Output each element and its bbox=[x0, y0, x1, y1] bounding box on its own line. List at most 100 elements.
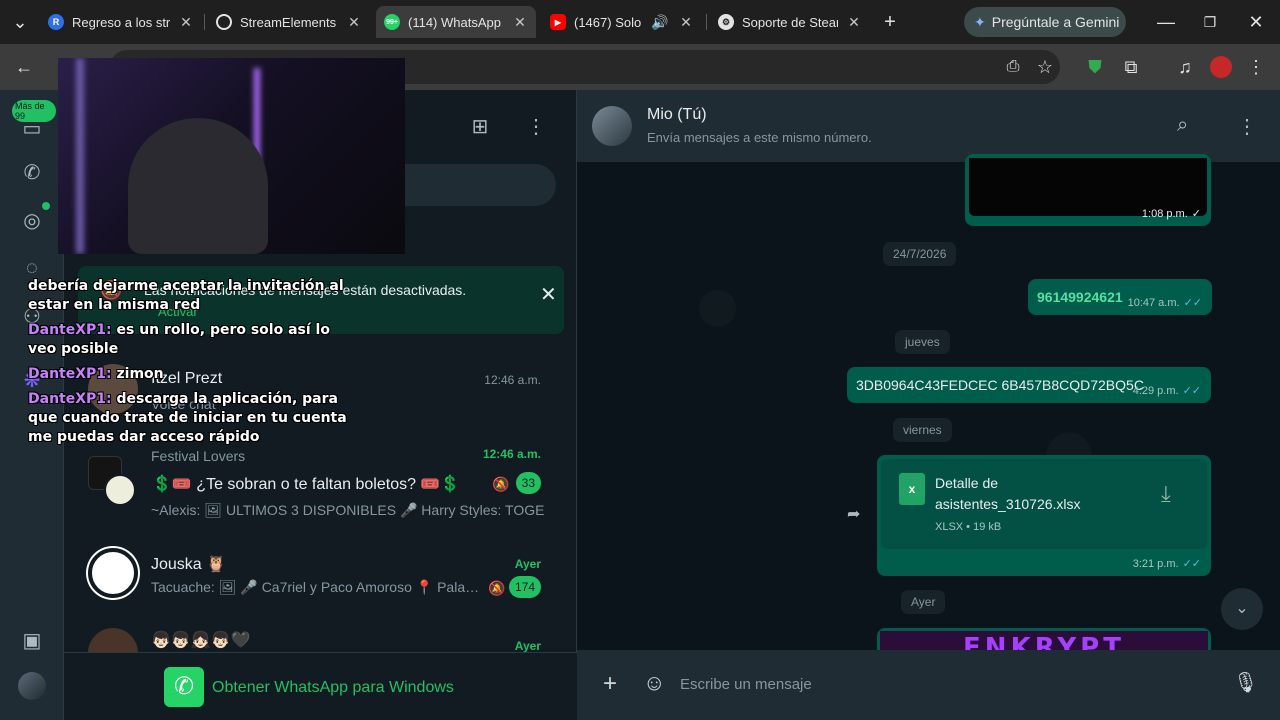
menu-icon[interactable]: ⋮ bbox=[526, 114, 546, 138]
date-separator: jueves bbox=[895, 330, 950, 354]
tab-youtube[interactable]: ▶ (1467) Solomu 🔊 ✕ bbox=[542, 6, 702, 38]
sent-check-icon: ✓ bbox=[1191, 208, 1201, 220]
whatsapp-favicon-icon: 99+ bbox=[384, 14, 400, 30]
profile-avatar[interactable] bbox=[1210, 56, 1232, 78]
unread-badge: Más de 99 bbox=[12, 100, 56, 122]
microphone-icon[interactable]: 🎙 bbox=[1233, 670, 1258, 695]
file-card[interactable]: x Detalle de asistentes_310726.xlsx XLSX… bbox=[881, 459, 1207, 549]
tab-whatsapp[interactable]: 99+ (114) WhatsApp ✕ bbox=[376, 6, 536, 38]
audio-playing-icon[interactable]: 🔊 bbox=[650, 14, 670, 31]
unread-count-badge: 33 bbox=[515, 472, 541, 494]
close-banner-icon[interactable]: ✕ bbox=[540, 282, 557, 307]
message-text[interactable]: 96149924621 bbox=[1037, 289, 1123, 305]
new-chat-icon[interactable]: ⊞ bbox=[468, 114, 492, 138]
conversation-header[interactable]: Mio (Tú) Envía mensajes a este mismo núm… bbox=[577, 90, 1280, 162]
window-close-icon[interactable]: ✕ bbox=[1242, 8, 1270, 36]
date-separator: 24/7/2026 bbox=[883, 242, 957, 266]
message-time: 10:47 a.m. ✓✓ bbox=[1127, 297, 1202, 309]
text-message[interactable]: 3DB0964C43FEDCEC 6B457B8CQD72BQ5C 4:29 p… bbox=[847, 367, 1211, 403]
chat-group-name: 💲🎟️ ¿Te sobran o te faltan boletos? 🎟️💲 bbox=[152, 476, 461, 493]
message-time: 3:21 p.m. ✓✓ bbox=[1132, 558, 1201, 570]
tab-title: (1467) Solomu bbox=[574, 14, 642, 30]
close-tab-icon[interactable]: ✕ bbox=[178, 14, 194, 31]
tab-regreso[interactable]: R Regreso a los strea ✕ bbox=[40, 6, 202, 38]
wallpaper bbox=[577, 162, 1280, 650]
tab-streamelements[interactable]: StreamElements - ✕ bbox=[208, 6, 370, 38]
extensions-puzzle-icon[interactable]: ⧉ bbox=[1117, 53, 1145, 81]
media-gallery-icon[interactable]: ▣ bbox=[16, 624, 48, 656]
message-time: 1:08 p.m. ✓ bbox=[1141, 208, 1201, 220]
stream-chat-line: DanteXP1: zimon bbox=[28, 366, 164, 382]
chat-name: Jouska 🦉 bbox=[151, 556, 227, 573]
get-whatsapp-windows-link[interactable]: Obtener WhatsApp para Windows bbox=[212, 679, 454, 697]
minimize-icon[interactable]: — bbox=[1152, 8, 1180, 36]
contact-name: Mio (Tú) bbox=[647, 106, 707, 123]
chrome-menu-icon[interactable]: ⋮ bbox=[1242, 53, 1270, 81]
media-controls-icon[interactable]: ♫ bbox=[1171, 53, 1199, 81]
gemini-button[interactable]: ✦ Pregúntale a Gemini bbox=[964, 7, 1126, 37]
message-text[interactable]: 3DB0964C43FEDCEC 6B457B8CQD72BQ5C bbox=[856, 377, 1144, 393]
stream-chat-line: debería dejarme aceptar la invitación al… bbox=[28, 278, 344, 313]
my-avatar[interactable] bbox=[18, 672, 46, 700]
chat-time: 12:46 a.m. bbox=[482, 447, 541, 461]
muted-icon: 🔕 bbox=[488, 580, 506, 596]
gemini-button-label: Pregúntale a Gemini bbox=[991, 14, 1120, 30]
new-tab-icon[interactable]: + bbox=[876, 8, 904, 36]
unread-count-badge: 174 bbox=[508, 576, 541, 598]
favicon-icon bbox=[216, 14, 232, 30]
stream-chat-line: DanteXP1: descarga la aplicación, para q… bbox=[28, 391, 347, 445]
forward-icon[interactable]: ➦ bbox=[847, 504, 860, 524]
date-separator: viernes bbox=[893, 418, 952, 442]
tab-title: StreamElements - bbox=[240, 14, 338, 30]
streamer-figure bbox=[128, 118, 268, 254]
download-cta-bar: ✆ Obtener WhatsApp para Windows bbox=[64, 652, 577, 720]
image-message[interactable]: ENKRYPT bbox=[877, 628, 1211, 650]
emoji-icon[interactable]: ☺ bbox=[643, 670, 665, 696]
file-meta: XLSX • 19 kB bbox=[935, 521, 1002, 533]
favicon-icon: R bbox=[48, 14, 64, 30]
read-check-icon: ✓✓ bbox=[1183, 297, 1202, 309]
tab-title: Soporte de Steam bbox=[742, 14, 838, 30]
tab-steam[interactable]: ⚙ Soporte de Steam ✕ bbox=[710, 6, 870, 38]
chat-name: 👦🏻👦🏻👧🏻👦🏻🖤 bbox=[151, 632, 251, 649]
attach-icon[interactable]: + bbox=[603, 670, 617, 698]
bookmark-star-icon[interactable]: ☆ bbox=[1031, 53, 1059, 81]
message-time: 4:29 p.m. ✓✓ bbox=[1132, 385, 1201, 397]
chat-preview: Tacuache: 🖼 🎤 Ca7riel y Paco Amoroso 📍 P… bbox=[151, 579, 480, 595]
shield-extension-icon[interactable]: ⛊ bbox=[1081, 53, 1109, 81]
tab-title: Regreso a los strea bbox=[72, 14, 170, 30]
led-strip-left bbox=[76, 58, 84, 254]
message-placeholder: Escribe un mensaje bbox=[680, 676, 812, 693]
message-composer: + ☺ Escribe un mensaje 🎙 bbox=[577, 650, 1280, 720]
chat-time: Ayer bbox=[514, 557, 541, 571]
contact-avatar[interactable] bbox=[592, 106, 632, 146]
file-name: Detalle de asistentes_310726.xlsx bbox=[935, 475, 1081, 512]
restore-icon[interactable]: ❐ bbox=[1196, 8, 1224, 36]
contact-status: Envía mensajes a este mismo número. bbox=[647, 130, 872, 145]
chat-row[interactable]: Festival Lovers 12:46 a.m. 💲🎟️ ¿Te sobra… bbox=[64, 440, 577, 532]
close-tab-icon[interactable]: ✕ bbox=[846, 14, 862, 31]
search-messages-icon[interactable]: ⌕ bbox=[1177, 114, 1188, 137]
install-app-icon[interactable]: ⎙ bbox=[999, 53, 1027, 81]
browser-tab-bar: ⌄ R Regreso a los strea ✕ StreamElements… bbox=[0, 0, 1280, 44]
tab-title: (114) WhatsApp bbox=[408, 14, 501, 30]
back-icon[interactable]: ← bbox=[10, 53, 38, 81]
tab-search-icon[interactable]: ⌄ bbox=[6, 8, 34, 36]
close-tab-icon[interactable]: ✕ bbox=[678, 14, 694, 31]
file-message[interactable]: x Detalle de asistentes_310726.xlsx XLSX… bbox=[877, 455, 1211, 576]
read-check-icon: ✓✓ bbox=[1182, 558, 1201, 570]
chat-time: 12:46 a.m. bbox=[484, 373, 541, 387]
calls-icon[interactable]: ✆ bbox=[16, 156, 48, 188]
image-message[interactable]: 1:08 p.m. ✓ bbox=[965, 154, 1211, 226]
conversation-menu-icon[interactable]: ⋮ bbox=[1237, 114, 1257, 139]
text-message[interactable]: 96149924621 10:47 a.m. ✓✓ bbox=[1028, 279, 1212, 315]
close-tab-icon[interactable]: ✕ bbox=[512, 14, 528, 31]
excel-file-icon: x bbox=[899, 473, 925, 505]
close-tab-icon[interactable]: ✕ bbox=[346, 14, 362, 31]
webcam-overlay bbox=[58, 58, 405, 254]
download-icon[interactable]: ⤓ bbox=[1161, 481, 1171, 507]
scroll-down-button[interactable]: ⌄ bbox=[1221, 588, 1263, 630]
conversation-panel: Mio (Tú) Envía mensajes a este mismo núm… bbox=[577, 90, 1280, 720]
chat-row[interactable]: Jouska 🦉 Ayer 🔕 174 Tacuache: 🖼 🎤 Ca7rie… bbox=[64, 546, 577, 618]
date-separator: Ayer bbox=[901, 590, 946, 614]
